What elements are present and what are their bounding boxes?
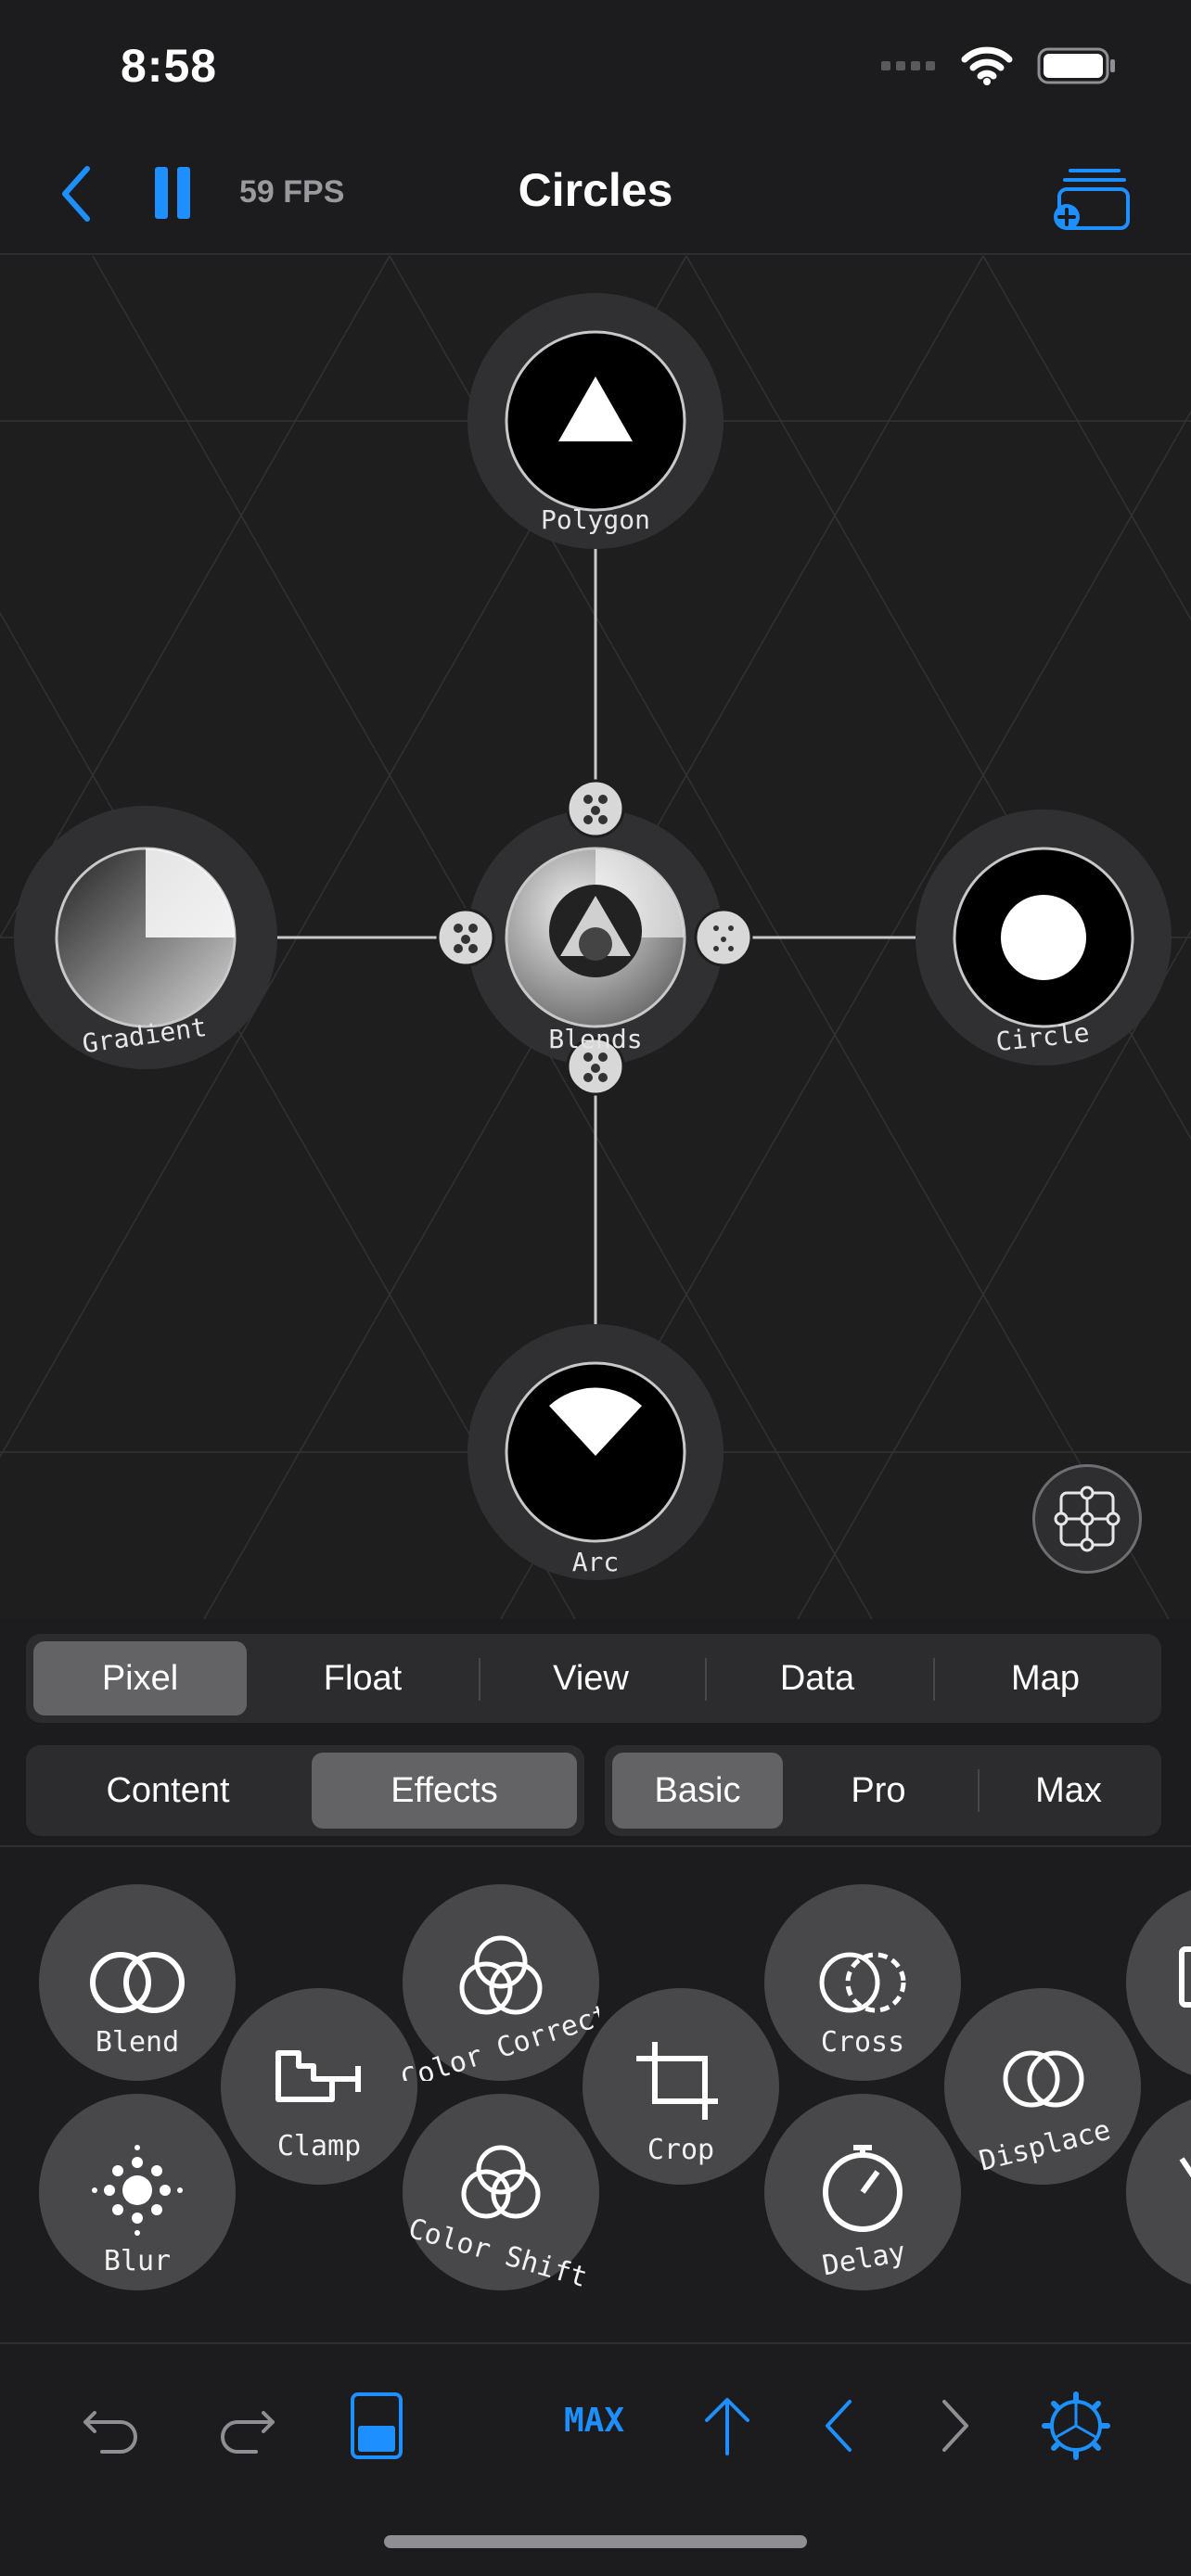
node-polygon[interactable]	[505, 330, 686, 512]
effect-partial-icon	[1179, 2157, 1191, 2178]
previous-button[interactable]	[803, 2389, 877, 2463]
next-button[interactable]	[916, 2389, 991, 2463]
effect-displace[interactable]: Displace	[944, 1988, 1141, 2185]
tab-float[interactable]: Float	[256, 1641, 469, 1715]
effect-partial-1[interactable]	[1126, 1884, 1191, 2081]
effect-clamp[interactable]: Clamp	[221, 1988, 417, 2185]
effect-label: Color Shift	[404, 2213, 591, 2290]
tab-data[interactable]: Data	[711, 1641, 924, 1715]
tab-view[interactable]: View	[484, 1641, 698, 1715]
effect-label: Blend	[96, 2026, 179, 2059]
tab-pixel[interactable]: Pixel	[33, 1641, 247, 1715]
tab-content[interactable]: Content	[33, 1753, 302, 1829]
effect-color-correct[interactable]: Color Correct	[403, 1884, 599, 2081]
status-bar: 8:58	[0, 0, 1191, 139]
effect-delay[interactable]: Delay	[764, 2094, 961, 2290]
effect-partial-icon	[1179, 1946, 1191, 2008]
effect-label: Clamp	[277, 2130, 361, 2162]
effect-label: Delay	[820, 2236, 908, 2282]
wifi-icon	[961, 46, 1013, 85]
undo-icon	[83, 2411, 137, 2454]
nav-bar: 59 FPS Circles	[0, 139, 1191, 255]
redo-icon	[221, 2411, 275, 2454]
settings-button[interactable]	[1039, 2389, 1113, 2463]
color-shift-icon	[461, 2145, 541, 2219]
page-title: Circles	[518, 164, 673, 216]
effect-label: Crop	[647, 2134, 714, 2166]
color-correct-icon	[459, 1935, 543, 2015]
effect-blur[interactable]: Blur	[39, 2094, 236, 2290]
effect-cross[interactable]: Cross	[764, 1884, 961, 2081]
status-time: 8:58	[121, 40, 218, 92]
node-blends[interactable]	[505, 847, 686, 1028]
node-label-blends: Blends	[548, 1024, 642, 1054]
node-layout-icon	[1054, 1486, 1121, 1552]
tab-basic[interactable]: Basic	[612, 1753, 783, 1829]
add-layer-icon[interactable]	[1052, 158, 1132, 232]
node-graph: Polygon Gradient Blends Circle Arc	[0, 256, 1191, 1619]
arrow-up-icon	[705, 2398, 749, 2455]
level-tab-bar: Basic Pro Max	[605, 1745, 1161, 1836]
battery-icon	[1037, 47, 1115, 84]
displace-icon	[1003, 2050, 1084, 2108]
redo-button[interactable]	[210, 2389, 284, 2463]
panel-icon	[351, 2392, 403, 2459]
effect-label: Cross	[821, 2026, 904, 2059]
stopwatch-icon	[823, 2145, 903, 2232]
node-circle[interactable]	[953, 847, 1134, 1028]
home-indicator	[384, 2535, 807, 2548]
effect-label: Color Correct	[403, 1998, 599, 2081]
cross-icon	[819, 1952, 906, 2013]
fit-view-button[interactable]	[1032, 1464, 1142, 1574]
tab-max[interactable]: Max	[983, 1753, 1154, 1829]
effect-color-shift[interactable]: Color Shift	[403, 2094, 599, 2290]
max-button[interactable]: MAX	[564, 2402, 624, 2440]
effect-crop[interactable]: Crop	[583, 1988, 779, 2185]
category-tab-bar: Content Effects	[26, 1745, 584, 1836]
effect-partial-2[interactable]	[1126, 2094, 1191, 2290]
effect-blend[interactable]: Blend	[39, 1884, 236, 2081]
effect-label: Blur	[104, 2245, 171, 2277]
gear-icon	[1042, 2391, 1110, 2460]
blend-icon	[90, 1952, 185, 2013]
node-label-polygon: Polygon	[541, 504, 650, 535]
node-canvas[interactable]: Polygon Gradient Blends Circle Arc	[0, 256, 1191, 1619]
chevron-right-icon	[942, 2400, 968, 2452]
type-tab-bar: Pixel Float View Data Map	[26, 1634, 1161, 1723]
signal-icon	[881, 61, 935, 70]
node-gradient[interactable]	[55, 847, 237, 1028]
effects-palette[interactable]: Blend Blur Clamp Color Correct Color Shi…	[0, 1847, 1191, 2342]
clamp-icon	[275, 2050, 361, 2102]
panel-toggle-button[interactable]	[339, 2389, 414, 2463]
crop-icon	[636, 2042, 718, 2120]
undo-button[interactable]	[74, 2389, 148, 2463]
effect-label: Displace	[976, 2114, 1114, 2178]
node-arc[interactable]	[505, 1361, 686, 1543]
chevron-left-icon	[826, 2400, 852, 2452]
tab-effects[interactable]: Effects	[312, 1753, 577, 1829]
tab-pro[interactable]: Pro	[790, 1753, 967, 1829]
status-icons	[881, 46, 1117, 85]
up-button[interactable]	[690, 2389, 764, 2463]
tab-map[interactable]: Map	[939, 1641, 1152, 1715]
blur-icon	[92, 2145, 183, 2236]
node-label-arc: Arc	[572, 1547, 620, 1577]
